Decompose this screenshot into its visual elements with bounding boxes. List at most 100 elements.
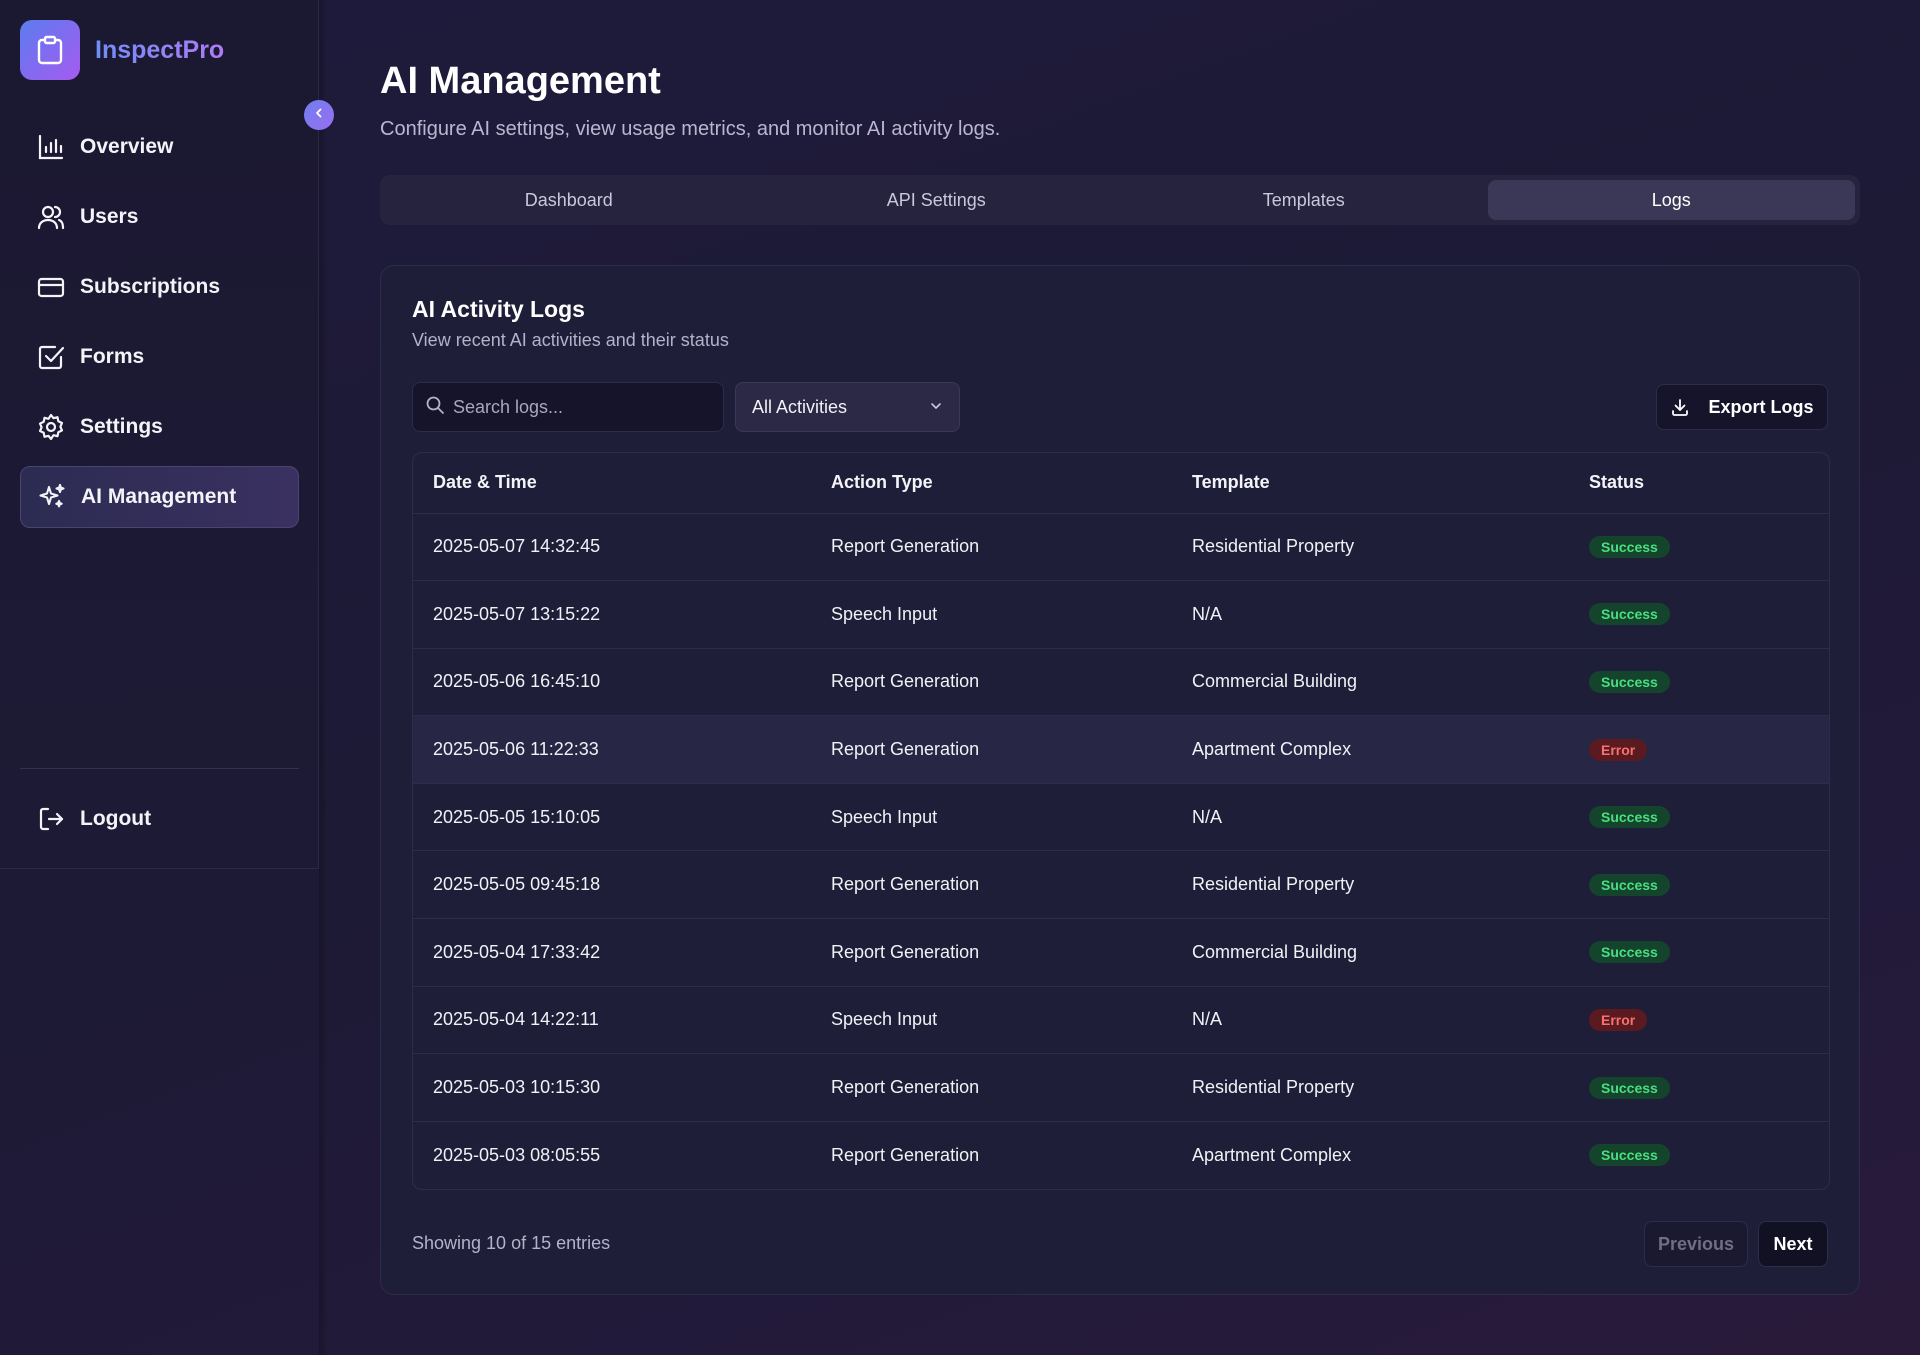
column-header-status[interactable]: Status: [1589, 453, 1829, 514]
brand[interactable]: InspectPro: [20, 20, 224, 80]
download-icon: [1670, 397, 1690, 417]
sidebar-item-overview[interactable]: Overview: [20, 116, 299, 178]
table-row[interactable]: 2025-05-07 14:32:45 Report Generation Re…: [413, 513, 1829, 582]
table-row[interactable]: 2025-05-03 10:15:30 Report Generation Re…: [413, 1053, 1829, 1122]
cell-datetime: 2025-05-05 09:45:18: [413, 850, 831, 920]
activity-filter-value: All Activities: [752, 396, 848, 417]
cell-status: Success: [1589, 513, 1829, 582]
column-header-datetime[interactable]: Date & Time: [413, 453, 831, 514]
tab-logs[interactable]: Logs: [1487, 180, 1855, 220]
cell-template: Apartment Complex: [1192, 715, 1589, 784]
cell-status: Success: [1589, 580, 1829, 649]
sparkles-icon: [37, 482, 67, 512]
table-row[interactable]: 2025-05-05 09:45:18 Report Generation Re…: [413, 850, 1829, 920]
sidebar-item-forms[interactable]: Forms: [20, 326, 299, 388]
activity-logs-card: AI Activity Logs View recent AI activiti…: [380, 265, 1860, 1295]
tab-dashboard[interactable]: Dashboard: [385, 180, 753, 220]
table-row[interactable]: 2025-05-04 17:33:42 Report Generation Co…: [413, 918, 1829, 987]
cell-template: Commercial Building: [1192, 918, 1589, 987]
sidebar-item-label: AI Management: [81, 485, 237, 508]
cell-datetime: 2025-05-04 17:33:42: [413, 918, 831, 987]
cell-template: Apartment Complex: [1192, 1144, 1352, 1165]
search-icon: [425, 395, 445, 420]
status-badge: Success: [1589, 1076, 1670, 1099]
cell-status: Success: [1589, 783, 1829, 852]
check-square-icon: [36, 342, 66, 372]
cell-status: Success: [1589, 1121, 1829, 1189]
status-badge: Success: [1589, 806, 1670, 829]
cell-action: Report Generation: [831, 918, 1192, 987]
sidebar-item-label: Users: [80, 205, 139, 228]
sidebar-nav: Overview Users Subscriptions Forms Setti…: [20, 116, 299, 536]
cell-template: Residential Property: [1192, 513, 1589, 582]
export-logs-label: Export Logs: [1708, 396, 1814, 417]
next-page-button[interactable]: Next: [1758, 1221, 1828, 1267]
cell-template: N/A: [1192, 580, 1589, 649]
sidebar-collapse-button[interactable]: [304, 100, 334, 130]
search-input[interactable]: [453, 396, 723, 418]
logs-table: Date & Time Action Type Template Status …: [412, 452, 1830, 1190]
pagination-info: Showing 10 of 15 entries: [412, 1233, 611, 1253]
cell-status: Success: [1589, 648, 1829, 717]
status-badge: Error: [1589, 1008, 1648, 1031]
tab-api-settings[interactable]: API Settings: [753, 180, 1121, 220]
cell-action: Report Generation: [831, 648, 1192, 717]
cell-action: Speech Input: [831, 783, 1192, 852]
cell-template: N/A: [1192, 783, 1589, 852]
activity-filter-select[interactable]: All Activities: [735, 382, 960, 432]
export-logs-button[interactable]: Export Logs: [1656, 384, 1828, 430]
column-header-template[interactable]: Template: [1192, 453, 1589, 514]
sidebar-item-label: Overview: [80, 135, 174, 158]
status-badge: Success: [1589, 535, 1670, 558]
users-icon: [36, 202, 66, 232]
table-row[interactable]: 2025-05-07 13:15:22 Speech Input N/A Suc…: [413, 580, 1829, 649]
card-subtitle: View recent AI activities and their stat…: [412, 330, 729, 350]
sidebar-item-label: Forms: [80, 345, 145, 368]
cell-action: Report Generation: [831, 1144, 980, 1165]
cell-action: Report Generation: [831, 513, 1192, 582]
table-row[interactable]: 2025-05-06 16:45:10 Report Generation Co…: [413, 648, 1829, 717]
credit-card-icon: [36, 272, 66, 302]
cell-template: N/A: [1192, 986, 1589, 1055]
cell-status: Error: [1589, 986, 1829, 1055]
cell-action: Speech Input: [831, 986, 1192, 1055]
cell-datetime: 2025-05-07 13:15:22: [413, 580, 831, 649]
table-row[interactable]: 2025-05-06 11:22:33 Report Generation Ap…: [413, 715, 1829, 784]
table-row[interactable]: 2025-05-04 14:22:11 Speech Input N/A Err…: [413, 986, 1829, 1055]
cell-template: Commercial Building: [1192, 648, 1589, 717]
sidebar-item-ai-management[interactable]: AI Management: [20, 466, 299, 528]
cell-datetime: 2025-05-06 16:45:10: [413, 648, 831, 717]
table-row[interactable]: 2025-05-03 08:05:55 Report Generation Ap…: [413, 1121, 1829, 1189]
cell-action: Report Generation: [831, 1053, 1192, 1122]
tab-bar: Dashboard API Settings Templates Logs: [380, 175, 1860, 225]
sidebar-divider: [20, 768, 299, 769]
logout-button[interactable]: Logout: [20, 788, 299, 850]
cell-status: Error: [1589, 715, 1829, 784]
previous-page-button[interactable]: Previous: [1644, 1221, 1748, 1267]
logout-label: Logout: [80, 807, 152, 830]
tab-templates[interactable]: Templates: [1120, 180, 1488, 220]
cell-template: Residential Property: [1192, 1053, 1589, 1122]
status-badge: Success: [1589, 941, 1670, 964]
bar-chart-icon: [36, 132, 66, 162]
sidebar-item-subscriptions[interactable]: Subscriptions: [20, 256, 299, 318]
cell-datetime: 2025-05-06 11:22:33: [413, 715, 831, 784]
cell-datetime: 2025-05-03 08:05:55: [433, 1144, 601, 1165]
table-row[interactable]: 2025-05-05 15:10:05 Speech Input N/A Suc…: [413, 783, 1829, 852]
cell-action: Speech Input: [831, 580, 1192, 649]
sidebar: InspectPro Overview Users Subscriptions …: [0, 0, 319, 869]
status-badge: Success: [1589, 1144, 1670, 1167]
sidebar-item-settings[interactable]: Settings: [20, 396, 299, 458]
brand-name: InspectPro: [95, 35, 225, 64]
status-badge: Error: [1589, 738, 1648, 761]
cell-status: Success: [1589, 1053, 1829, 1122]
logout-section: Logout: [20, 788, 299, 858]
column-header-action[interactable]: Action Type: [831, 453, 1192, 514]
logout-icon: [36, 804, 66, 834]
search-box: [412, 382, 724, 432]
sidebar-item-users[interactable]: Users: [20, 186, 299, 248]
cell-datetime: 2025-05-07 14:32:45: [413, 513, 831, 582]
status-badge: Success: [1589, 670, 1670, 693]
cell-template: Residential Property: [1192, 850, 1589, 920]
cell-action: Report Generation: [831, 850, 1192, 920]
